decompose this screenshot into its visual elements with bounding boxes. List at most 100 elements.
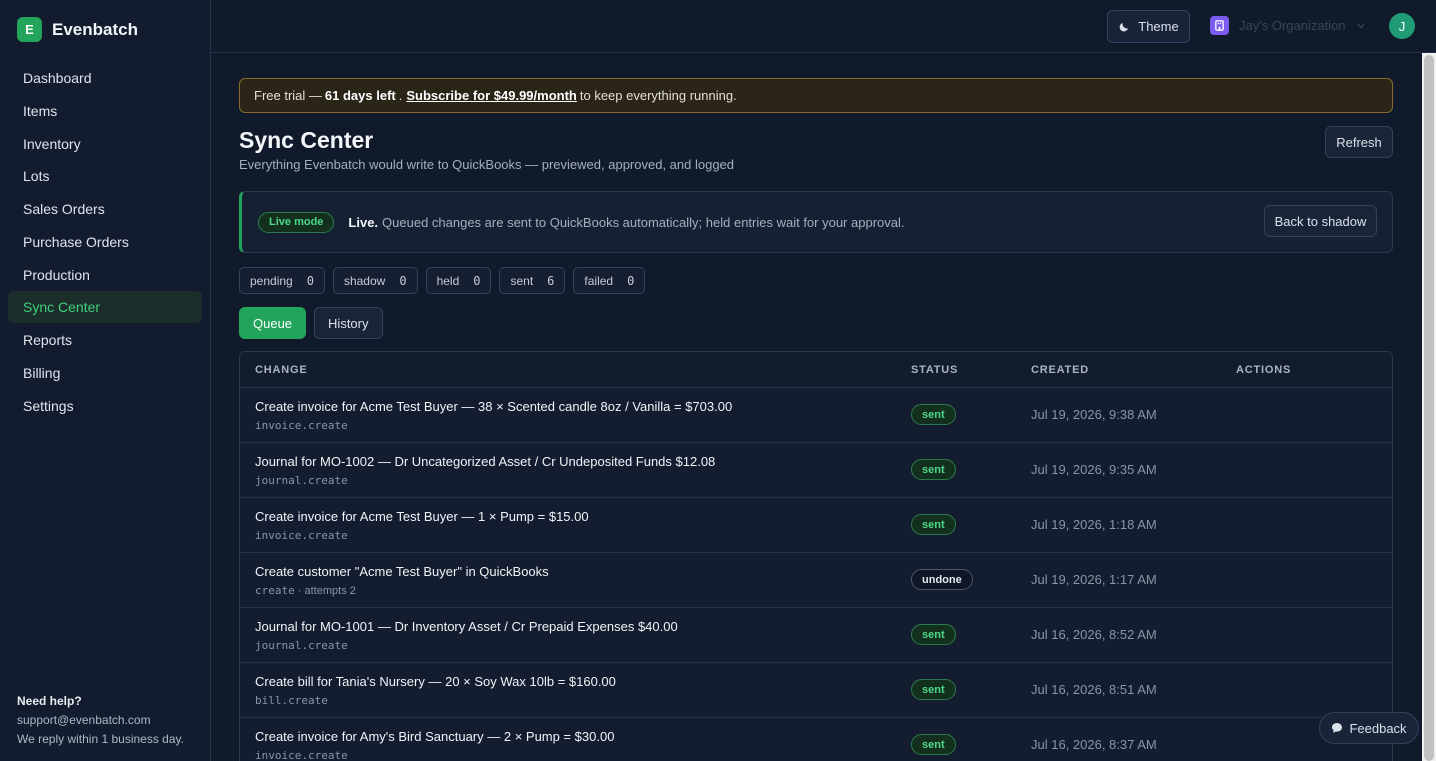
chevron-down-icon <box>1357 23 1365 28</box>
sidebar-item-lots[interactable]: Lots <box>8 160 202 192</box>
mode-strong: Live. <box>348 214 379 230</box>
help-note: We reply within 1 business day. <box>17 732 184 746</box>
chat-bubble-icon <box>1332 723 1343 733</box>
table-row[interactable]: Journal for MO-1002 — Dr Uncategorized A… <box>240 443 1392 498</box>
operation-code: invoice.create <box>255 529 348 542</box>
change-description: Create customer "Acme Test Buyer" in Qui… <box>255 564 549 579</box>
refresh-button[interactable]: Refresh <box>1325 126 1393 158</box>
operation-code: invoice.create <box>255 419 348 432</box>
sidebar-item-inventory[interactable]: Inventory <box>8 128 202 160</box>
counter-value: 0 <box>473 273 481 288</box>
status-badge: sent <box>911 679 956 700</box>
table-row[interactable]: Create invoice for Acme Test Buyer — 1 ×… <box>240 498 1392 553</box>
change-description: Journal for MO-1002 — Dr Uncategorized A… <box>255 454 716 469</box>
organization-icon <box>1210 16 1229 35</box>
feedback-button[interactable]: Feedback <box>1319 712 1419 744</box>
trial-banner: Free trial — 61 days left. Subscribe for… <box>239 78 1393 113</box>
status-badge: undone <box>911 569 973 590</box>
counter-pending[interactable]: pending 0 <box>239 267 325 294</box>
change-description: Create invoice for Acme Test Buyer — 1 ×… <box>255 509 589 524</box>
change-operation: journal.create <box>255 639 348 652</box>
status-counters: pending 0 shadow 0 held 0 sent 6 failed 0 <box>239 267 646 294</box>
theme-button[interactable]: Theme <box>1107 10 1190 43</box>
sidebar-item-sync-center[interactable]: Sync Center <box>8 291 202 324</box>
counter-sent[interactable]: sent 6 <box>499 267 566 294</box>
change-operation: invoice.create <box>255 419 348 432</box>
counter-value: 0 <box>627 273 635 288</box>
change-description: Create bill for Tania's Nursery — 20 × S… <box>255 674 616 689</box>
help-email[interactable]: support@evenbatch.com <box>17 711 184 730</box>
scrollbar[interactable] <box>1422 53 1436 761</box>
view-tabs: Queue History <box>239 307 383 339</box>
counter-value: 6 <box>547 273 555 288</box>
created-timestamp: Jul 16, 2026, 8:37 AM <box>1031 737 1157 752</box>
moon-icon <box>1119 22 1129 31</box>
operation-code: create <box>255 584 295 597</box>
change-description: Create invoice for Acme Test Buyer — 38 … <box>255 399 733 414</box>
sidebar-item-production[interactable]: Production <box>8 259 202 291</box>
sidebar-item-dashboard[interactable]: Dashboard <box>8 62 202 94</box>
tab-history[interactable]: History <box>314 307 383 339</box>
operation-code: invoice.create <box>255 749 348 761</box>
table-row[interactable]: Journal for MO-1001 — Dr Inventory Asset… <box>240 608 1392 663</box>
counter-shadow[interactable]: shadow 0 <box>332 267 418 294</box>
sidebar-item-items[interactable]: Items <box>8 95 202 127</box>
org-name: Jay's Organization <box>1239 18 1346 33</box>
page-title: Sync Center <box>239 127 374 153</box>
mode-text: Queued changes are sent to QuickBooks au… <box>382 214 905 230</box>
main-content: Free trial — 61 days left. Subscribe for… <box>211 53 1422 761</box>
back-to-shadow-button[interactable]: Back to shadow <box>1264 205 1377 237</box>
change-operation: invoice.create <box>255 529 348 542</box>
status-badge: sent <box>911 404 956 425</box>
created-timestamp: Jul 19, 2026, 1:18 AM <box>1031 517 1157 532</box>
brand-logo: E <box>17 17 42 42</box>
table-row[interactable]: Create invoice for Acme Test Buyer — 38 … <box>240 388 1392 443</box>
mode-panel: Live mode Live. Queued changes are sent t… <box>239 191 1393 253</box>
table-row[interactable]: Create invoice for Amy's Bird Sanctuary … <box>240 718 1392 761</box>
avatar[interactable]: J <box>1389 13 1415 39</box>
brand-name: Evenbatch <box>52 19 138 39</box>
change-operation: invoice.create <box>255 749 348 761</box>
sidebar-nav: Dashboard Items Inventory Lots Sales Ord… <box>8 62 202 422</box>
scrollbar-thumb[interactable] <box>1424 55 1434 761</box>
operation-extra: · attempts 2 <box>294 585 356 597</box>
brand[interactable]: E Evenbatch <box>17 17 138 42</box>
mode-description: Live. Queued changes are sent to QuickBoo… <box>348 215 904 230</box>
org-switcher[interactable]: Jay's Organization <box>1210 16 1366 35</box>
live-mode-badge: Live mode <box>258 211 335 233</box>
change-operation: create · attempts 2 <box>255 584 356 597</box>
operation-code: journal.create <box>255 639 348 652</box>
created-timestamp: Jul 19, 2026, 9:35 AM <box>1031 462 1157 477</box>
status-badge: sent <box>911 514 956 535</box>
trial-dot: . <box>398 88 403 103</box>
sidebar-item-billing[interactable]: Billing <box>8 357 202 389</box>
sidebar-item-reports[interactable]: Reports <box>8 324 202 356</box>
counter-held[interactable]: held 0 <box>425 267 492 294</box>
created-timestamp: Jul 19, 2026, 1:17 AM <box>1031 572 1157 587</box>
counter-label: sent <box>510 273 534 288</box>
topbar: Theme Jay's Organization J <box>211 0 1436 53</box>
subscribe-link[interactable]: Subscribe for $49.99/month <box>406 88 577 103</box>
counter-failed[interactable]: failed 0 <box>573 267 646 294</box>
column-header-status: STATUS <box>911 364 959 376</box>
operation-code: journal.create <box>255 474 348 487</box>
change-description: Create invoice for Amy's Bird Sanctuary … <box>255 729 615 744</box>
sidebar-item-purchase-orders[interactable]: Purchase Orders <box>8 226 202 258</box>
status-badge: sent <box>911 624 956 645</box>
counter-label: held <box>436 273 460 288</box>
created-timestamp: Jul 16, 2026, 8:52 AM <box>1031 627 1157 642</box>
sidebar-item-sales-orders[interactable]: Sales Orders <box>8 193 202 225</box>
sync-queue-table: CHANGE STATUS CREATED ACTIONS Create inv… <box>239 351 1393 761</box>
trial-prefix: Free trial — <box>254 88 322 103</box>
sidebar: E Evenbatch Dashboard Items Inventory Lo… <box>0 0 211 761</box>
change-operation: journal.create <box>255 474 348 487</box>
status-badge: sent <box>911 459 956 480</box>
counter-value: 0 <box>399 273 407 288</box>
page-subtitle: Everything Evenbatch would write to Quic… <box>239 157 735 172</box>
table-row[interactable]: Create customer "Acme Test Buyer" in Qui… <box>240 553 1392 608</box>
tab-queue[interactable]: Queue <box>239 307 307 339</box>
table-header: CHANGE STATUS CREATED ACTIONS <box>240 352 1392 388</box>
column-header-created: CREATED <box>1031 364 1089 376</box>
sidebar-item-settings[interactable]: Settings <box>8 390 202 422</box>
table-row[interactable]: Create bill for Tania's Nursery — 20 × S… <box>240 663 1392 718</box>
